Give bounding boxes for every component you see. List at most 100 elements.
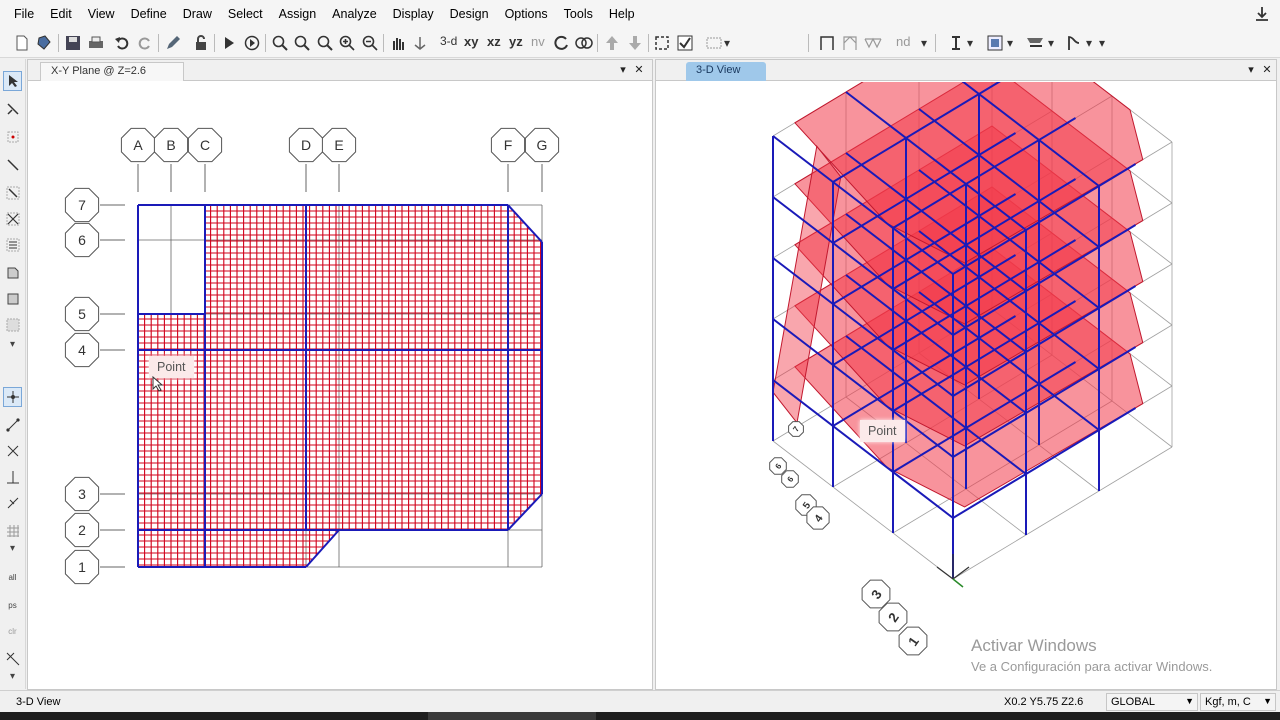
quick-draw-frame-icon[interactable] bbox=[3, 183, 22, 203]
grid-label-4: 4 bbox=[78, 342, 86, 358]
select-pointer-icon[interactable] bbox=[3, 71, 22, 91]
menu-view[interactable]: View bbox=[80, 0, 123, 28]
plan-view-pane[interactable]: X-Y Plane @ Z=2.6 ▾ ✕ A B C D E F G 7 6 5 4 3 2 1 Poi… bbox=[27, 59, 653, 690]
view-xy-button[interactable]: xy bbox=[464, 34, 478, 49]
grid-label-7: 7 bbox=[78, 197, 86, 213]
snap-grid-icon[interactable] bbox=[3, 521, 22, 541]
snap-lines-icon[interactable] bbox=[3, 493, 22, 513]
zoom-in-icon[interactable] bbox=[337, 33, 357, 53]
pencil-icon[interactable] bbox=[163, 33, 183, 53]
menu-draw[interactable]: Draw bbox=[175, 0, 220, 28]
menu-analyze[interactable]: Analyze bbox=[324, 0, 384, 28]
draw-wall-icon[interactable] bbox=[3, 235, 22, 255]
menu-define[interactable]: Define bbox=[123, 0, 175, 28]
print-icon[interactable] bbox=[86, 33, 106, 53]
draw-frame-icon[interactable] bbox=[817, 33, 837, 53]
menu-display[interactable]: Display bbox=[385, 0, 442, 28]
snap-icon[interactable] bbox=[652, 33, 672, 53]
close-icon[interactable]: ✕ bbox=[632, 63, 646, 76]
activation-watermark: Activar Windows Ve a Configuración para … bbox=[971, 636, 1212, 674]
plan-view-canvas[interactable]: A B C D E F G 7 6 5 4 3 2 1 bbox=[28, 82, 652, 690]
view-xz-button[interactable]: xz bbox=[487, 34, 501, 49]
select-all-icon[interactable]: all bbox=[3, 567, 22, 587]
dropdown-arrow-icon[interactable]: ▾ bbox=[722, 33, 732, 53]
redo-icon[interactable] bbox=[135, 33, 155, 53]
tab-3d-view[interactable]: 3-D View bbox=[686, 62, 766, 81]
draw-brace-icon[interactable] bbox=[840, 33, 860, 53]
menu-assign[interactable]: Assign bbox=[271, 0, 325, 28]
show-forces-icon[interactable] bbox=[1025, 33, 1045, 53]
nd-button[interactable]: nd bbox=[896, 34, 910, 49]
dropdown-arrow-icon[interactable]: ▾ bbox=[1005, 33, 1015, 53]
tab-plan-view[interactable]: X-Y Plane @ Z=2.6 bbox=[40, 62, 184, 81]
draw-brace-icon[interactable] bbox=[3, 209, 22, 229]
point-tooltip: Point bbox=[860, 420, 905, 442]
show-deformed-icon[interactable] bbox=[1064, 33, 1084, 53]
display-options-icon[interactable] bbox=[985, 33, 1005, 53]
dropdown-arrow-icon[interactable]: ▾ bbox=[1046, 33, 1056, 53]
pane-menu-icon[interactable]: ▾ bbox=[1244, 63, 1258, 76]
set-display-icon[interactable] bbox=[704, 33, 724, 53]
move-up-icon[interactable] bbox=[602, 33, 622, 53]
rotate-view-icon[interactable] bbox=[552, 33, 572, 53]
point-tooltip: Point bbox=[149, 356, 194, 378]
get-previous-selection-icon[interactable]: ps bbox=[3, 595, 22, 615]
section-cut-icon[interactable] bbox=[946, 33, 966, 53]
draw-truss-icon[interactable] bbox=[863, 33, 883, 53]
dropdown-arrow-icon[interactable]: ▾ bbox=[3, 543, 22, 554]
view-3d-button[interactable]: 3-d bbox=[440, 34, 457, 48]
menu-design[interactable]: Design bbox=[442, 0, 497, 28]
zoom-window-icon[interactable] bbox=[270, 33, 290, 53]
3d-view-canvas[interactable]: 76654321 bbox=[656, 82, 1276, 690]
snap-ends-icon[interactable] bbox=[3, 415, 22, 435]
menu-edit[interactable]: Edit bbox=[42, 0, 80, 28]
close-icon[interactable]: ✕ bbox=[1260, 63, 1274, 76]
pane-menu-icon[interactable]: ▾ bbox=[616, 63, 630, 76]
move-down-icon[interactable] bbox=[625, 33, 645, 53]
rotate-icon[interactable] bbox=[410, 33, 430, 53]
menu-select[interactable]: Select bbox=[220, 0, 271, 28]
run-step-icon[interactable] bbox=[242, 33, 262, 53]
new-model-icon[interactable] bbox=[12, 33, 32, 53]
checkbox-icon[interactable] bbox=[675, 33, 695, 53]
lock-icon[interactable] bbox=[191, 33, 211, 53]
draw-area-icon[interactable] bbox=[3, 263, 22, 283]
run-icon[interactable] bbox=[219, 33, 239, 53]
dropdown-arrow-icon[interactable]: ▾ bbox=[919, 33, 929, 53]
zoom-out-icon[interactable] bbox=[360, 33, 380, 53]
dropdown-arrow-icon[interactable]: ▾ bbox=[965, 33, 975, 53]
snap-intersections-icon[interactable] bbox=[3, 441, 22, 461]
quick-draw-area-icon[interactable] bbox=[3, 315, 22, 335]
download-icon[interactable] bbox=[1254, 6, 1270, 22]
clear-selection-icon[interactable]: clr bbox=[3, 621, 22, 641]
grid-label-6: 6 bbox=[78, 232, 86, 248]
dropdown-arrow-icon[interactable]: ▾ bbox=[3, 339, 22, 350]
draw-point-icon[interactable] bbox=[3, 127, 22, 147]
zoom-restore-icon[interactable] bbox=[292, 33, 312, 53]
perspective-icon[interactable] bbox=[574, 33, 594, 53]
intersecting-line-select-icon[interactable] bbox=[3, 649, 22, 669]
draw-rectangle-icon[interactable] bbox=[3, 289, 22, 309]
open-icon[interactable] bbox=[34, 33, 54, 53]
menu-options[interactable]: Options bbox=[497, 0, 556, 28]
snap-perpendicular-icon[interactable] bbox=[3, 467, 22, 487]
snap-points-icon[interactable] bbox=[3, 387, 22, 407]
view-yz-button[interactable]: yz bbox=[509, 34, 523, 49]
dropdown-arrow-icon[interactable]: ▾ bbox=[3, 671, 22, 682]
coordinate-system-select[interactable]: GLOBAL ▼ bbox=[1106, 693, 1198, 711]
save-icon[interactable] bbox=[63, 33, 83, 53]
units-select[interactable]: Kgf, m, C ▼ bbox=[1200, 693, 1276, 711]
3d-view-pane[interactable]: 3-D View ▾ ✕ 76654321 Point bbox=[655, 59, 1277, 690]
undo-icon[interactable] bbox=[112, 33, 132, 53]
menu-file[interactable]: File bbox=[6, 0, 42, 28]
draw-line-icon[interactable] bbox=[3, 155, 22, 175]
axis-y bbox=[952, 566, 970, 580]
view-nv-button[interactable]: nv bbox=[531, 34, 545, 49]
reshape-icon[interactable] bbox=[3, 99, 22, 119]
menu-help[interactable]: Help bbox=[601, 0, 643, 28]
dropdown-arrow-icon[interactable]: ▾ bbox=[1084, 33, 1094, 53]
zoom-all-icon[interactable] bbox=[315, 33, 335, 53]
menu-tools[interactable]: Tools bbox=[556, 0, 601, 28]
pan-icon[interactable] bbox=[388, 33, 408, 53]
dropdown-arrow-icon[interactable]: ▾ bbox=[1097, 33, 1107, 53]
